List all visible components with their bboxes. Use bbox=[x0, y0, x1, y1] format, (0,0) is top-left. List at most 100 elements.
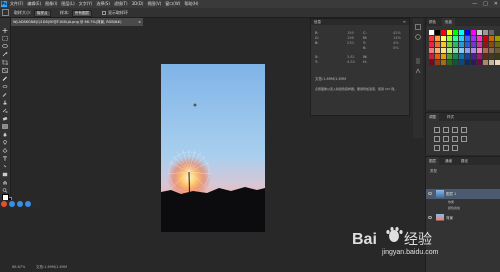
color-swatch[interactable] bbox=[495, 60, 500, 65]
canvas-image[interactable] bbox=[161, 64, 265, 232]
tab-paths[interactable]: 路径 bbox=[458, 157, 471, 165]
color-swatch[interactable] bbox=[471, 30, 476, 35]
color-swatch[interactable] bbox=[483, 54, 488, 59]
healing-brush-tool-icon[interactable] bbox=[2, 84, 8, 89]
screen-mode-icon[interactable] bbox=[17, 201, 23, 207]
color-swatch[interactable] bbox=[429, 48, 434, 53]
posterize-icon[interactable] bbox=[443, 145, 449, 151]
color-swatch[interactable] bbox=[495, 42, 500, 47]
tab-layers[interactable]: 图层 bbox=[426, 157, 439, 165]
move-tool-icon[interactable] bbox=[2, 28, 8, 33]
color-swatch[interactable] bbox=[471, 42, 476, 47]
document-size-status[interactable]: 文档:1.69M/1.69M bbox=[36, 264, 67, 271]
show-ring-checkbox[interactable] bbox=[102, 11, 106, 15]
color-swatch[interactable] bbox=[489, 54, 494, 59]
eraser-tool-icon[interactable] bbox=[2, 116, 8, 121]
color-swatch[interactable] bbox=[465, 54, 470, 59]
color-swatch[interactable] bbox=[489, 48, 494, 53]
color-swatch[interactable] bbox=[477, 42, 482, 47]
color-swatch[interactable] bbox=[459, 30, 464, 35]
color-swatch[interactable] bbox=[483, 42, 488, 47]
color-swatch[interactable] bbox=[477, 48, 482, 53]
properties-panel-icon[interactable] bbox=[415, 58, 421, 64]
dodge-tool-icon[interactable] bbox=[2, 140, 8, 145]
color-swatch[interactable] bbox=[441, 30, 446, 35]
color-swatch[interactable] bbox=[441, 60, 446, 65]
color-swatch[interactable] bbox=[429, 30, 434, 35]
menu-edit[interactable]: 编辑(E) bbox=[27, 0, 41, 8]
color-swatch[interactable] bbox=[483, 60, 488, 65]
color-swatch[interactable] bbox=[441, 54, 446, 59]
document-tab[interactable]: WJ-ADSKGN8(CJ1D8)0E@F1K6LJA.png @ 66.7%(… bbox=[11, 18, 143, 26]
eyedropper-tool-preset-icon[interactable] bbox=[2, 9, 9, 16]
color-swatch[interactable] bbox=[495, 36, 500, 41]
color-swatch[interactable] bbox=[453, 54, 458, 59]
color-swatch[interactable] bbox=[429, 54, 434, 59]
color-swatch[interactable] bbox=[477, 54, 482, 59]
color-swatch[interactable] bbox=[441, 48, 446, 53]
minimize-button[interactable]: — bbox=[472, 0, 477, 8]
color-swatch[interactable] bbox=[489, 36, 494, 41]
history-brush-tool-icon[interactable] bbox=[2, 108, 8, 113]
color-swatch[interactable] bbox=[447, 60, 452, 65]
color-swatch[interactable] bbox=[447, 42, 452, 47]
menu-view[interactable]: 视图(V) bbox=[147, 0, 161, 8]
color-swatch[interactable] bbox=[483, 36, 488, 41]
color-swatch[interactable] bbox=[447, 54, 452, 59]
color-swatch[interactable] bbox=[459, 60, 464, 65]
color-overlay-row[interactable]: 颜色叠加 bbox=[426, 205, 500, 211]
close-window-button[interactable]: ✕ bbox=[494, 0, 498, 8]
color-swatch[interactable] bbox=[435, 54, 440, 59]
color-swatch[interactable] bbox=[459, 54, 464, 59]
color-swatch[interactable] bbox=[495, 48, 500, 53]
tab-channels[interactable]: 通道 bbox=[442, 157, 455, 165]
color-swatch[interactable] bbox=[459, 48, 464, 53]
tab-styles[interactable]: 样式 bbox=[444, 113, 457, 121]
color-swatch[interactable] bbox=[429, 36, 434, 41]
menu-file[interactable]: 文件(F) bbox=[10, 0, 23, 8]
curves-icon[interactable] bbox=[452, 127, 458, 133]
menu-help[interactable]: 帮助(H) bbox=[184, 0, 198, 8]
clone-stamp-tool-icon[interactable] bbox=[2, 100, 8, 105]
share-icon[interactable] bbox=[25, 201, 31, 207]
eyedropper-tool-icon[interactable] bbox=[2, 76, 8, 81]
color-swatch[interactable] bbox=[471, 54, 476, 59]
color-swatch[interactable] bbox=[471, 36, 476, 41]
info-panel-icon[interactable] bbox=[415, 34, 421, 40]
color-swatch[interactable] bbox=[489, 42, 494, 47]
color-swatch[interactable] bbox=[495, 30, 500, 35]
edit-toolbar-icon[interactable] bbox=[1, 201, 7, 207]
menu-filter[interactable]: 滤镜(T) bbox=[114, 0, 128, 8]
color-swatch[interactable] bbox=[471, 60, 476, 65]
color-swatch[interactable] bbox=[435, 60, 440, 65]
color-swatch[interactable] bbox=[447, 48, 452, 53]
maximize-button[interactable]: □ bbox=[483, 0, 488, 8]
color-swatch[interactable] bbox=[495, 54, 500, 59]
close-document-icon[interactable]: × bbox=[138, 18, 141, 26]
vibrance-icon[interactable] bbox=[434, 136, 440, 142]
color-swatch[interactable] bbox=[453, 60, 458, 65]
color-swatch[interactable] bbox=[477, 36, 482, 41]
marquee-tool-icon[interactable] bbox=[2, 36, 8, 41]
color-swatch[interactable] bbox=[435, 36, 440, 41]
panel-menu-icon[interactable]: ≡ bbox=[403, 20, 406, 24]
layer-filter-kind[interactable]: 类型 bbox=[430, 169, 437, 173]
quick-select-tool-icon[interactable] bbox=[2, 52, 8, 57]
tab-swatches[interactable]: 色板 bbox=[442, 18, 455, 26]
color-swatch[interactable] bbox=[447, 36, 452, 41]
sample-size-select[interactable]: 取样点 bbox=[34, 10, 51, 17]
color-swatch[interactable] bbox=[441, 36, 446, 41]
blur-tool-icon[interactable] bbox=[2, 132, 8, 137]
color-swatch[interactable] bbox=[465, 36, 470, 41]
color-swatch[interactable] bbox=[483, 30, 488, 35]
color-balance-icon[interactable] bbox=[452, 136, 458, 142]
color-swatch[interactable] bbox=[453, 30, 458, 35]
levels-icon[interactable] bbox=[443, 127, 449, 133]
color-swatch[interactable] bbox=[453, 36, 458, 41]
color-swatch[interactable] bbox=[429, 60, 434, 65]
color-swatch[interactable] bbox=[429, 42, 434, 47]
color-swatch[interactable] bbox=[465, 42, 470, 47]
invert-icon[interactable] bbox=[434, 145, 440, 151]
frame-tool-icon[interactable] bbox=[2, 68, 8, 73]
hue-saturation-icon[interactable] bbox=[443, 136, 449, 142]
